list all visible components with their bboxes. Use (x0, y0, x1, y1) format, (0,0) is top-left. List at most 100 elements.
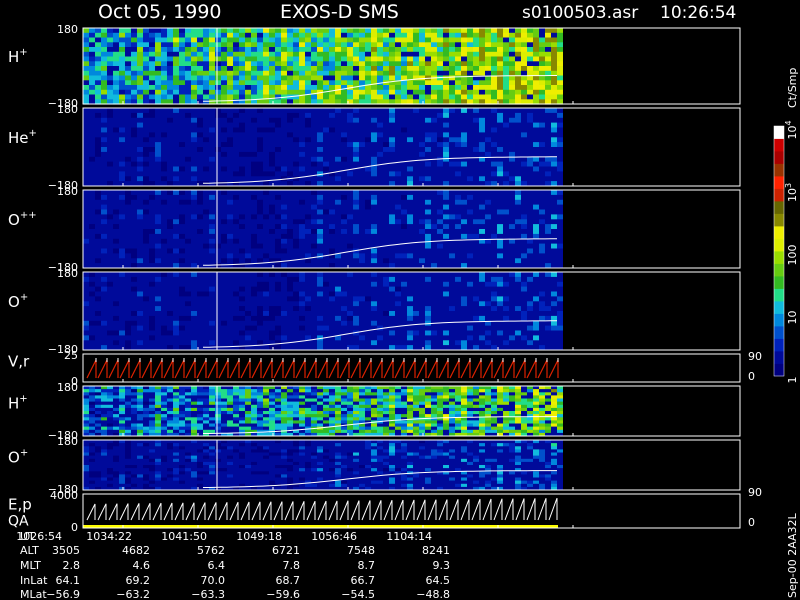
heatmap-cell (125, 233, 131, 240)
heatmap-cell (341, 311, 347, 317)
heatmap-cell (107, 112, 113, 119)
heatmap-cell (431, 42, 437, 48)
heatmap-cell (305, 80, 311, 86)
heatmap-cell (101, 112, 107, 119)
heatmap-cell (365, 32, 371, 39)
heatmap-cell (509, 142, 515, 148)
heatmap-cell (353, 108, 359, 114)
heatmap-cell (275, 117, 281, 124)
heatmap-cell (467, 306, 473, 312)
heatmap-cell (245, 66, 251, 72)
heatmap-cell (149, 42, 155, 48)
heatmap-cell (287, 85, 293, 91)
heatmap-cell (221, 171, 227, 177)
heatmap-cell (95, 176, 101, 182)
heatmap-cell (341, 335, 347, 341)
heatmap-cell (407, 132, 413, 138)
heatmap-cell (383, 248, 389, 254)
heatmap-cell (95, 127, 101, 133)
heatmap-cell (239, 286, 245, 292)
heatmap-cell (377, 122, 383, 128)
heatmap-cell (209, 224, 215, 230)
heatmap-cell (275, 238, 281, 245)
heatmap-cell (377, 248, 383, 254)
heatmap-cell (377, 151, 383, 158)
heatmap-cell (539, 229, 545, 235)
heatmap-cell (167, 248, 173, 254)
heatmap-cell (359, 281, 365, 288)
heatmap-cell (305, 32, 311, 39)
heatmap-cell (179, 204, 185, 210)
heatmap-cell (491, 301, 497, 307)
heatmap-cell (557, 37, 563, 43)
heatmap-cell (413, 204, 419, 210)
heatmap-cell (467, 243, 473, 249)
heatmap-cell (221, 258, 227, 264)
heatmap-cell (455, 258, 461, 264)
heatmap-cell (377, 272, 383, 278)
heatmap-cell (191, 42, 197, 48)
heatmap-cell (311, 61, 317, 67)
heatmap-cell (545, 229, 551, 235)
heatmap-cell (353, 171, 359, 177)
heatmap-cell (467, 214, 473, 220)
heatmap-cell (275, 89, 281, 96)
heatmap-cell (341, 94, 347, 100)
heatmap-cell (551, 194, 557, 201)
heatmap-cell (533, 258, 539, 264)
heatmap-cell (407, 291, 413, 297)
heatmap-cell (359, 315, 365, 322)
heatmap-cell (389, 296, 395, 302)
heatmap-cell (365, 176, 371, 182)
heatmap-cell (335, 156, 341, 163)
heatmap-cell (443, 340, 449, 346)
y-tick-top: 180 (57, 103, 78, 116)
heatmap-cell (203, 291, 209, 297)
heatmap-cell (359, 80, 365, 86)
heatmap-cell (137, 194, 143, 201)
heatmap-cell (119, 117, 125, 124)
heatmap-cell (455, 281, 461, 288)
heatmap-cell (197, 85, 203, 91)
heatmap-cell (317, 122, 323, 128)
heatmap-cell (293, 61, 299, 67)
heatmap-cell (485, 147, 491, 153)
heatmap-cell (203, 66, 209, 72)
heatmap-cell (305, 311, 311, 317)
heatmap-cell (317, 194, 323, 201)
heatmap-cell (413, 108, 419, 114)
heatmap-cell (155, 204, 161, 210)
heatmap-cell (191, 340, 197, 346)
heatmap-cell (443, 281, 449, 288)
heatmap-cell (377, 171, 383, 177)
heatmap-cell (311, 291, 317, 297)
heatmap-cell (467, 161, 473, 167)
heatmap-cell (431, 122, 437, 128)
heatmap-cell (443, 142, 449, 148)
heatmap-cell (251, 156, 257, 163)
heatmap-cell (455, 306, 461, 312)
heatmap-cell (371, 166, 377, 172)
heatmap-cell (173, 147, 179, 153)
heatmap-cell (455, 276, 461, 283)
heatmap-cell (323, 66, 329, 72)
heatmap-cell (455, 243, 461, 249)
heatmap-cell (353, 233, 359, 240)
heatmap-cell (365, 301, 371, 307)
heatmap-cell (287, 80, 293, 86)
heatmap-cell (425, 219, 431, 225)
heatmap-cell (251, 176, 257, 182)
heatmap-cell (263, 238, 269, 245)
heatmap-cell (275, 147, 281, 153)
heatmap-cell (299, 166, 305, 172)
heatmap-cell (299, 161, 305, 167)
heatmap-cell (293, 335, 299, 341)
heatmap-cell (389, 117, 395, 124)
heatmap-cell (497, 37, 503, 43)
heatmap-cell (407, 248, 413, 254)
heatmap-cell (227, 311, 233, 317)
heatmap-cell (95, 51, 101, 58)
heatmap-cell (551, 190, 557, 196)
heatmap-cell (389, 147, 395, 153)
heatmap-cell (413, 286, 419, 292)
